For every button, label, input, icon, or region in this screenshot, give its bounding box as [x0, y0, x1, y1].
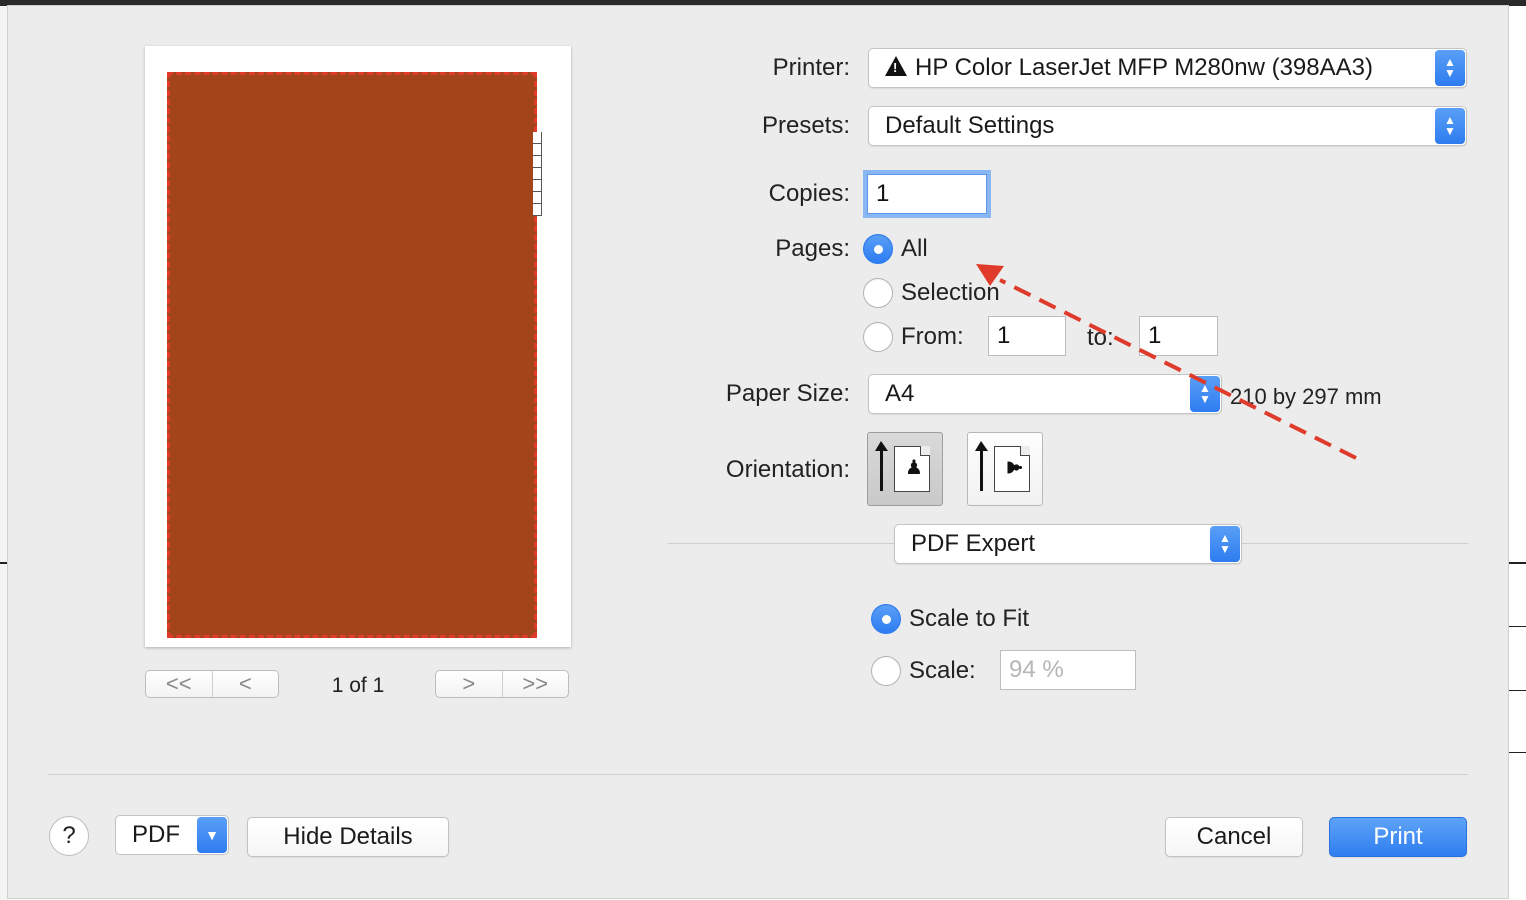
person-icon: ♟ — [1002, 458, 1025, 477]
cancel-button[interactable]: Cancel — [1165, 817, 1303, 857]
landscape-page-icon: ♟ — [994, 446, 1030, 492]
scale-percent-field[interactable] — [1000, 650, 1136, 690]
previous-page-button[interactable]: < — [211, 671, 279, 697]
pages-all-radio[interactable] — [863, 234, 893, 264]
paper-size-value: A4 — [885, 380, 915, 407]
page-indicator: 1 of 1 — [331, 674, 385, 697]
next-page-button[interactable]: > — [436, 671, 502, 697]
pdf-menu-label: PDF — [132, 821, 180, 848]
printer-label: Printer: — [772, 54, 850, 81]
portrait-orientation-button[interactable]: ♟ — [867, 432, 943, 506]
updown-chevron-icon: ▲ ▼ — [1435, 108, 1465, 144]
pages-selection-radio[interactable] — [863, 278, 893, 308]
print-options-value: PDF Expert — [911, 530, 1036, 557]
background-left-strip — [0, 6, 8, 900]
background-rule — [1508, 690, 1526, 691]
paper-size-label: Paper Size: — [725, 380, 850, 407]
printer-popup[interactable]: HP Color LaserJet MFP M280nw (398AA3) ▲▼ — [868, 48, 1467, 88]
paper-size-dimensions: 210 by 297 mm — [1230, 384, 1382, 409]
first-page-button[interactable]: << — [146, 671, 212, 697]
background-rule — [0, 562, 8, 564]
background-rule — [1508, 626, 1526, 627]
presets-label: Presets: — [761, 112, 850, 139]
scale-to-fit-label: Scale to Fit — [909, 605, 1030, 632]
portrait-page-icon: ♟ — [894, 446, 930, 492]
orientation-label: Orientation: — [725, 456, 850, 483]
preview-back-nav: << < — [145, 670, 279, 698]
pages-to-label: to: — [1087, 324, 1114, 351]
preview-table-marks — [533, 132, 542, 216]
background-right-strip — [1508, 6, 1526, 900]
help-button[interactable]: ? — [49, 816, 89, 856]
scale-to-fit-radio[interactable] — [871, 604, 901, 634]
landscape-orientation-button[interactable]: ♟ — [967, 432, 1043, 506]
presets-value: Default Settings — [885, 112, 1055, 139]
scale-option[interactable]: Scale: — [871, 656, 976, 686]
printer-popup-value: HP Color LaserJet MFP M280nw (398AA3) — [869, 54, 1435, 82]
hide-details-button[interactable]: Hide Details — [247, 817, 449, 857]
preview-content-area — [167, 72, 537, 638]
up-arrow-icon — [875, 441, 888, 491]
print-dialog: << < 1 of 1 > >> Printer: HP Color Laser… — [8, 6, 1508, 898]
pages-to-field[interactable] — [1139, 316, 1218, 356]
pages-range-option[interactable]: From: — [863, 322, 964, 352]
chevron-down-icon: ▼ — [197, 817, 227, 853]
pages-from-field[interactable] — [988, 316, 1066, 356]
updown-chevron-icon: ▲ ▼ — [1210, 526, 1240, 562]
pages-range-radio[interactable] — [863, 322, 893, 352]
up-arrow-icon — [975, 441, 988, 491]
updown-chevron-icon: ▲ ▼ — [1190, 376, 1220, 412]
pages-from-label: From: — [901, 323, 964, 350]
scale-label: Scale: — [909, 657, 976, 684]
pages-all-option[interactable]: All — [863, 234, 928, 264]
scale-radio[interactable] — [871, 656, 901, 686]
pages-label: Pages: — [775, 235, 850, 262]
print-options-popup[interactable]: PDF Expert ▲ ▼ — [894, 524, 1242, 564]
warning-icon — [885, 56, 907, 76]
pages-selection-option[interactable]: Selection — [863, 278, 1000, 308]
print-button[interactable]: Print — [1329, 817, 1467, 857]
scale-to-fit-option[interactable]: Scale to Fit — [871, 604, 1029, 634]
pdf-menu-button[interactable]: PDF ▼ — [115, 815, 229, 855]
last-page-button[interactable]: >> — [501, 671, 569, 697]
footer-separator — [48, 774, 1468, 775]
copies-field[interactable] — [867, 174, 987, 214]
printer-name: HP Color LaserJet MFP M280nw (398AA3) — [915, 54, 1373, 81]
background-rule — [1508, 752, 1526, 753]
paper-size-popup[interactable]: A4 ▲ ▼ — [868, 374, 1222, 414]
presets-popup[interactable]: Default Settings ▲ ▼ — [868, 106, 1467, 146]
person-icon: ♟ — [905, 457, 923, 479]
background-rule — [1508, 562, 1526, 564]
pages-all-label: All — [901, 235, 928, 262]
updown-chevron-icon: ▲ ▼ — [1435, 50, 1465, 86]
print-preview-page — [145, 46, 571, 647]
copies-label: Copies: — [768, 180, 850, 207]
pages-selection-label: Selection — [901, 279, 1000, 306]
preview-forward-nav: > >> — [435, 670, 569, 698]
